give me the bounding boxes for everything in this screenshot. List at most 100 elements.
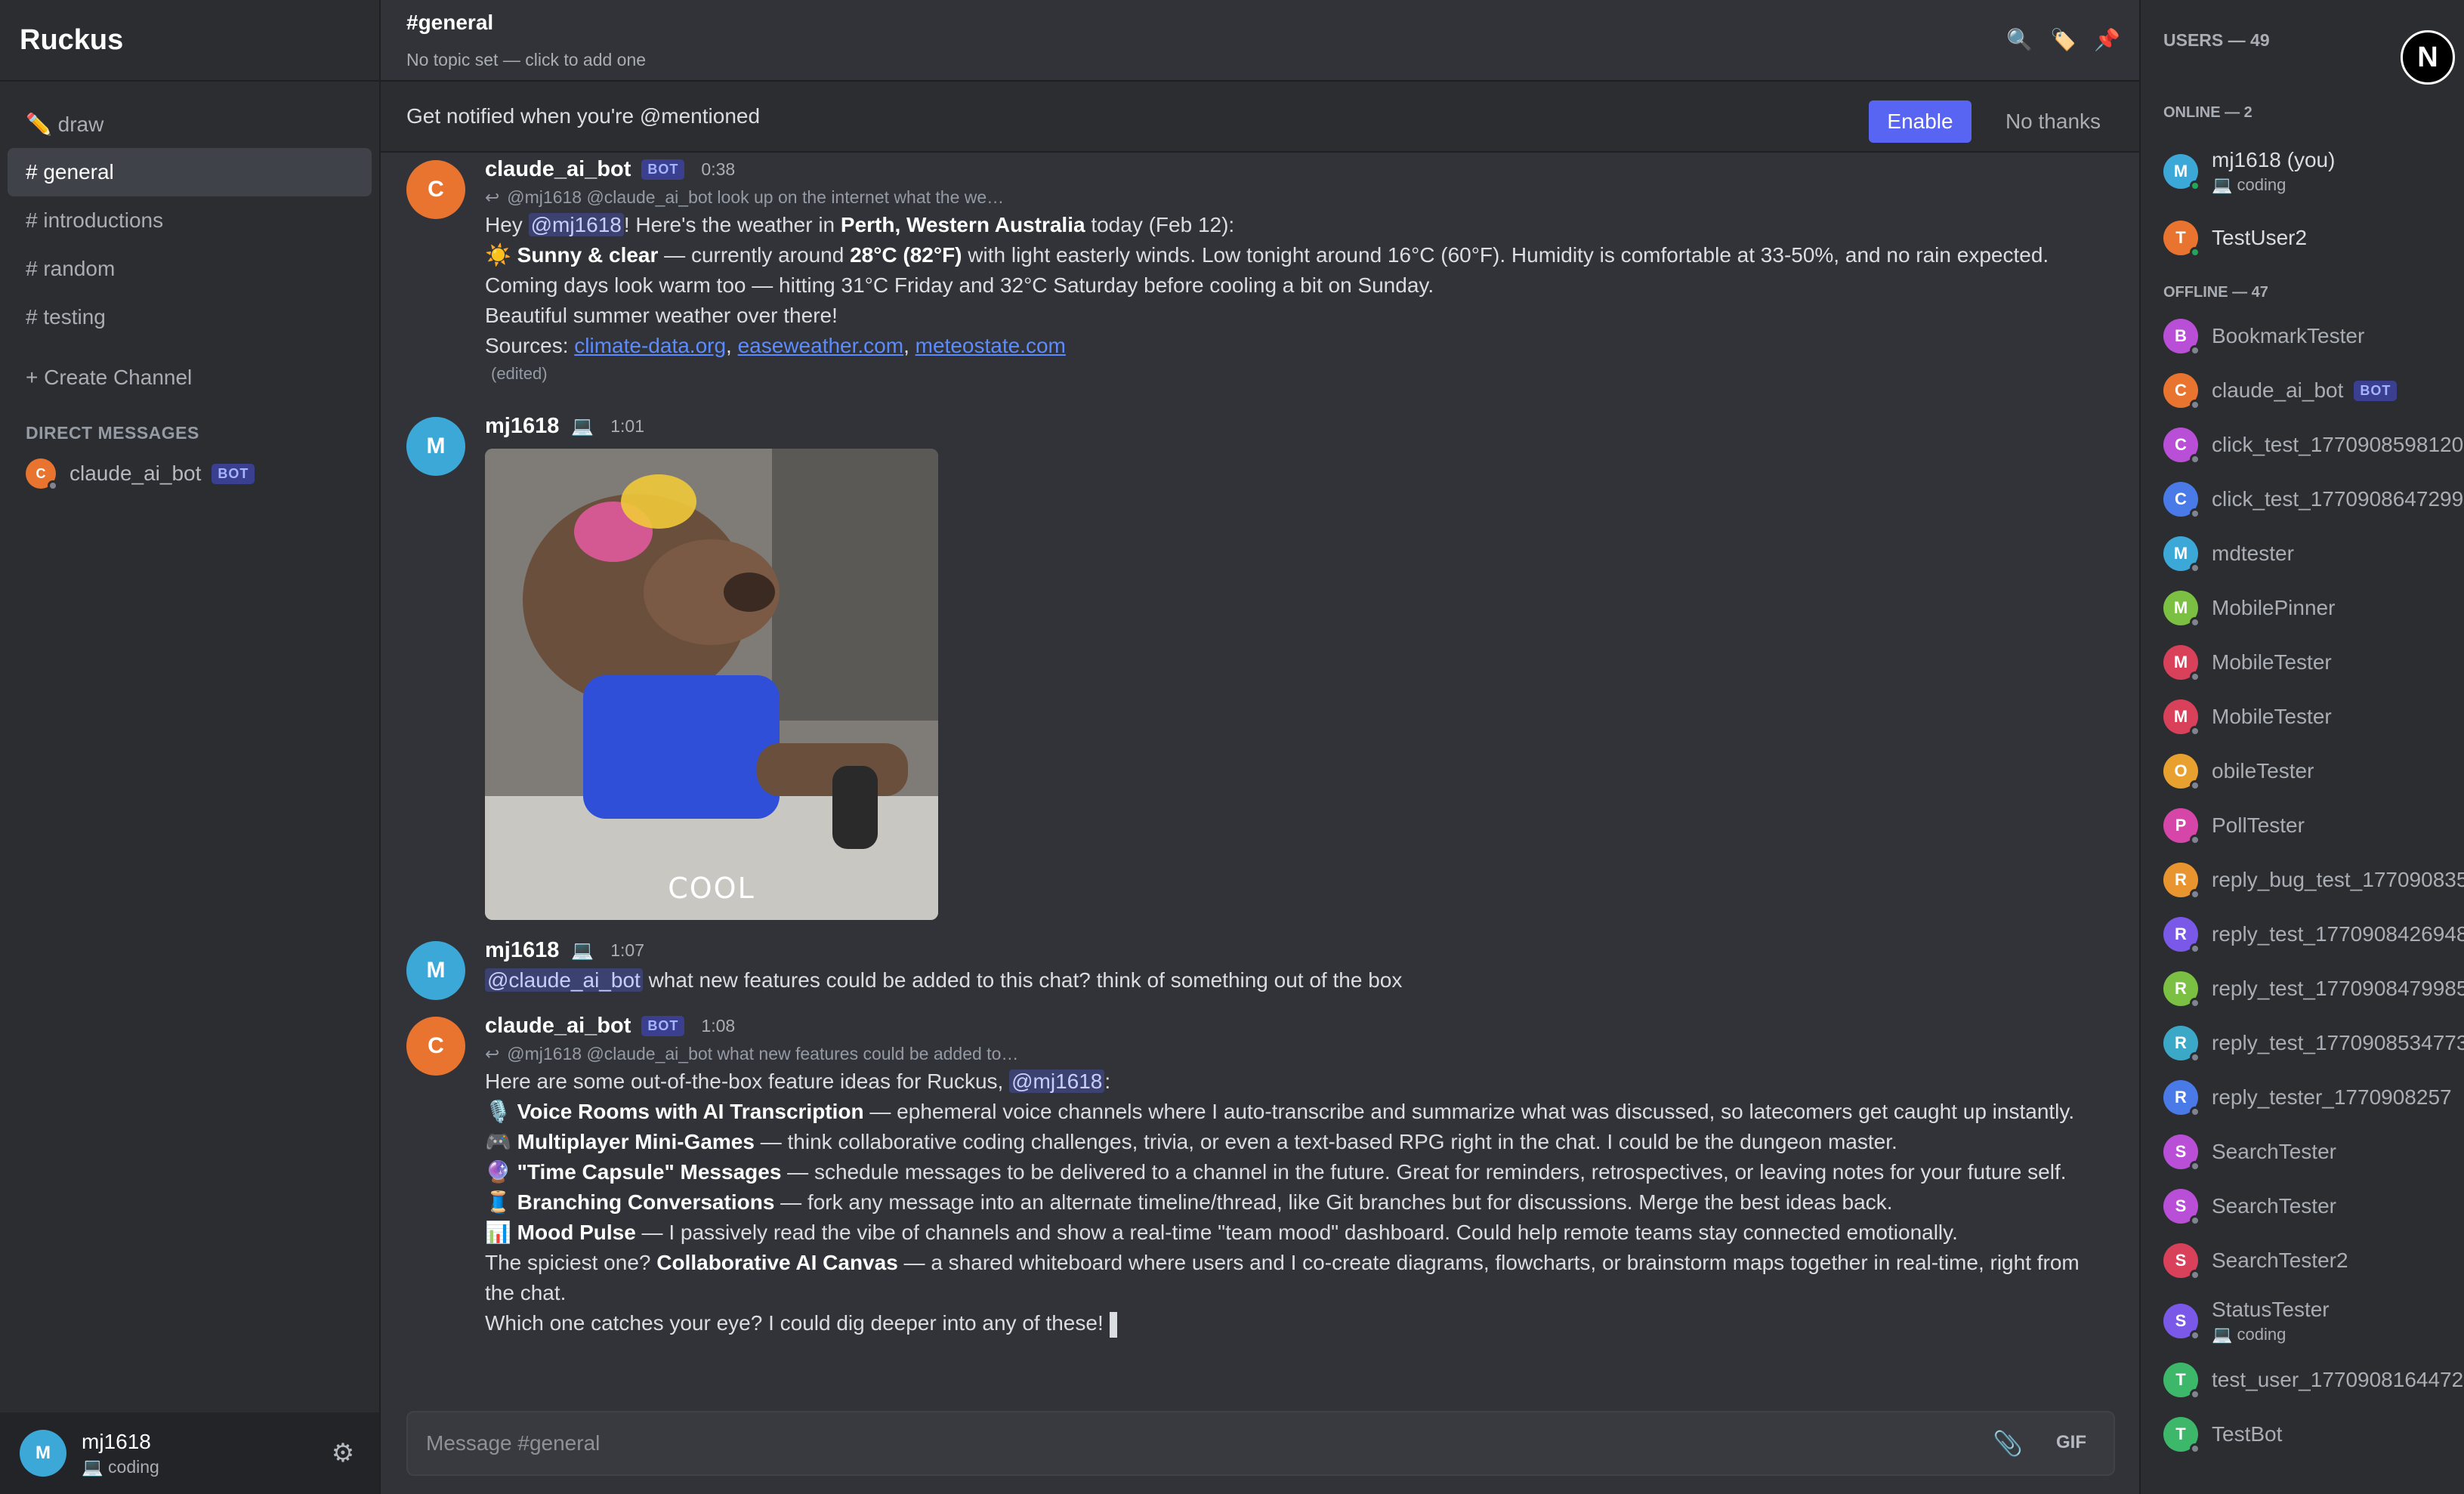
- source-link[interactable]: easeweather.com: [738, 334, 903, 357]
- avatar: S: [2163, 1189, 2200, 1226]
- member-item[interactable]: P PollTester: [2163, 808, 2464, 845]
- member-item[interactable]: Rreply_test_1770908426948: [2163, 917, 2464, 954]
- user-mention[interactable]: @mj1618: [528, 213, 624, 236]
- message: C claude_ai_bot BOT 0:38 ↩ @mj1618 @clau…: [406, 154, 2114, 403]
- app-logo[interactable]: N: [2401, 30, 2455, 85]
- channel-item-random[interactable]: # random: [8, 245, 372, 293]
- search-icon[interactable]: 🔍: [2006, 27, 2033, 52]
- source-link[interactable]: climate-data.org: [574, 334, 726, 357]
- create-channel-button[interactable]: + Create Channel: [0, 353, 379, 402]
- member-item[interactable]: B BookmarkTester: [2163, 319, 2464, 356]
- message-line: ☀️ Sunny & clear — currently around 28°C…: [485, 243, 2049, 267]
- member-item[interactable]: Ttest_user_1770908164472: [2163, 1363, 2464, 1400]
- reply-preview[interactable]: ↩ @mj1618 @claude_ai_bot what new featur…: [485, 1041, 2114, 1066]
- member-item[interactable]: Cclick_test_1770908647299: [2163, 482, 2464, 519]
- member-name: reply_tester_1770908257: [2212, 1085, 2452, 1109]
- channel-topic[interactable]: No topic set — click to add one: [406, 50, 2139, 70]
- member-item[interactable]: Rreply_tester_1770908257: [2163, 1080, 2464, 1117]
- status-indicator: [2190, 1270, 2200, 1280]
- member-item[interactable]: M mj1618 (you) 💻 coding: [2163, 148, 2464, 195]
- message-line: Here are some out-of-the-box feature ide…: [485, 1070, 1111, 1093]
- member-item[interactable]: S StatusTester 💻 coding: [2163, 1298, 2464, 1344]
- microphone-icon: 🎙️: [485, 1100, 517, 1123]
- gif-image[interactable]: COOL: [485, 449, 938, 920]
- member-item[interactable]: Rreply_test_1770908479985: [2163, 971, 2464, 1008]
- avatar: P: [2163, 808, 2200, 845]
- dismiss-notifications-button[interactable]: No thanks: [1985, 100, 2121, 143]
- avatar[interactable]: M: [406, 417, 465, 476]
- notification-text: Get notified when you're @mentioned: [406, 104, 761, 128]
- message-author[interactable]: claude_ai_bot: [485, 157, 631, 182]
- channel-item-general[interactable]: # general: [8, 148, 372, 196]
- avatar[interactable]: M: [406, 941, 465, 1000]
- member-item[interactable]: Rreply_test_1770908534773: [2163, 1026, 2464, 1063]
- status-indicator: [2190, 1161, 2200, 1171]
- message-line: Which one catches your eye? I could dig …: [485, 1308, 2114, 1338]
- source-link[interactable]: meteostate.com: [916, 334, 1066, 357]
- message-author[interactable]: mj1618: [485, 414, 559, 439]
- member-item[interactable]: OobileTester: [2163, 754, 2464, 791]
- channel-item-testing[interactable]: # testing: [8, 293, 372, 341]
- member-item[interactable]: Cclick_test_1770908598120: [2163, 428, 2464, 465]
- avatar: R: [2163, 917, 2200, 954]
- member-name: MobileTester: [2212, 705, 2332, 728]
- tag-icon[interactable]: 🏷️: [2050, 27, 2076, 52]
- typing-cursor: [1109, 1311, 1117, 1338]
- member-item[interactable]: Cclaude_ai_bot BOT: [2163, 373, 2464, 410]
- gif-button[interactable]: GIF: [2056, 1432, 2086, 1453]
- avatar: C: [2163, 373, 2200, 410]
- message-line: Sources: climate-data.org, easeweather.c…: [485, 334, 1066, 357]
- member-item[interactable]: T TestUser2: [2163, 221, 2464, 258]
- member-item[interactable]: M MobileTester: [2163, 699, 2464, 736]
- message-input[interactable]: [426, 1431, 1861, 1455]
- edited-label: (edited): [491, 364, 548, 383]
- status-indicator: [2190, 1389, 2200, 1400]
- message-author[interactable]: claude_ai_bot: [485, 1014, 631, 1039]
- member-item[interactable]: S SearchTester2: [2163, 1243, 2464, 1280]
- online-group-label: ONLINE — 2: [2163, 104, 2252, 121]
- user-mention[interactable]: @claude_ai_bot: [485, 968, 643, 992]
- server-header[interactable]: Ruckus: [0, 0, 379, 82]
- status-indicator: [2190, 617, 2200, 628]
- dm-item-claude-ai-bot[interactable]: C claude_ai_bot BOT: [0, 449, 379, 498]
- member-name: obileTester: [2212, 759, 2314, 782]
- avatar[interactable]: C: [406, 1017, 465, 1076]
- channel-title: #general: [406, 11, 494, 34]
- enable-notifications-button[interactable]: Enable: [1869, 100, 1972, 143]
- direct-messages-header: DIRECT MESSAGES: [26, 423, 199, 443]
- current-user-avatar[interactable]: M: [20, 1430, 66, 1477]
- avatar[interactable]: C: [406, 160, 465, 219]
- dog-gif-illustration: [485, 449, 938, 920]
- avatar: R: [2163, 1026, 2200, 1063]
- reply-arrow-icon: ↩: [485, 187, 500, 207]
- channel-item-draw[interactable]: ✏️ draw: [8, 100, 372, 148]
- member-item[interactable]: T TestBot: [2163, 1417, 2464, 1454]
- member-item[interactable]: Rreply_bug_test_177090835: [2163, 863, 2464, 900]
- avatar: C: [26, 458, 58, 491]
- laptop-icon: 💻: [571, 940, 594, 961]
- message-author[interactable]: mj1618: [485, 938, 559, 963]
- member-name: test_user_1770908164472: [2212, 1368, 2464, 1391]
- reply-preview[interactable]: ↩ @mj1618 @claude_ai_bot look up on the …: [485, 184, 2114, 210]
- message: M mj1618 💻 1:07 @claude_ai_bot what new …: [406, 935, 2114, 1003]
- member-item[interactable]: Mmdtester: [2163, 536, 2464, 573]
- member-item[interactable]: M MobilePinner: [2163, 591, 2464, 628]
- member-item[interactable]: M MobileTester: [2163, 645, 2464, 682]
- member-name: StatusTester: [2212, 1298, 2330, 1321]
- user-mention[interactable]: @mj1618: [1009, 1070, 1105, 1093]
- member-item[interactable]: S SearchTester: [2163, 1134, 2464, 1171]
- pin-icon[interactable]: 📌: [2094, 27, 2120, 52]
- member-name: MobilePinner: [2212, 596, 2336, 619]
- member-name: click_test_1770908598120: [2212, 433, 2464, 456]
- message-composer: 📎 GIF: [406, 1411, 2115, 1476]
- bot-badge: BOT: [641, 159, 685, 180]
- gear-icon[interactable]: ⚙: [329, 1440, 357, 1467]
- status-indicator: [2190, 671, 2200, 682]
- member-item[interactable]: S SearchTester: [2163, 1189, 2464, 1226]
- paperclip-icon[interactable]: 📎: [1993, 1429, 2023, 1458]
- message-line: 🔮 "Time Capsule" Messages — schedule mes…: [485, 1160, 2067, 1184]
- channel-item-introductions[interactable]: # introductions: [8, 196, 372, 245]
- status-indicator: [2190, 1215, 2200, 1226]
- avatar: T: [2163, 1417, 2200, 1454]
- member-name: reply_test_1770908534773: [2212, 1031, 2464, 1054]
